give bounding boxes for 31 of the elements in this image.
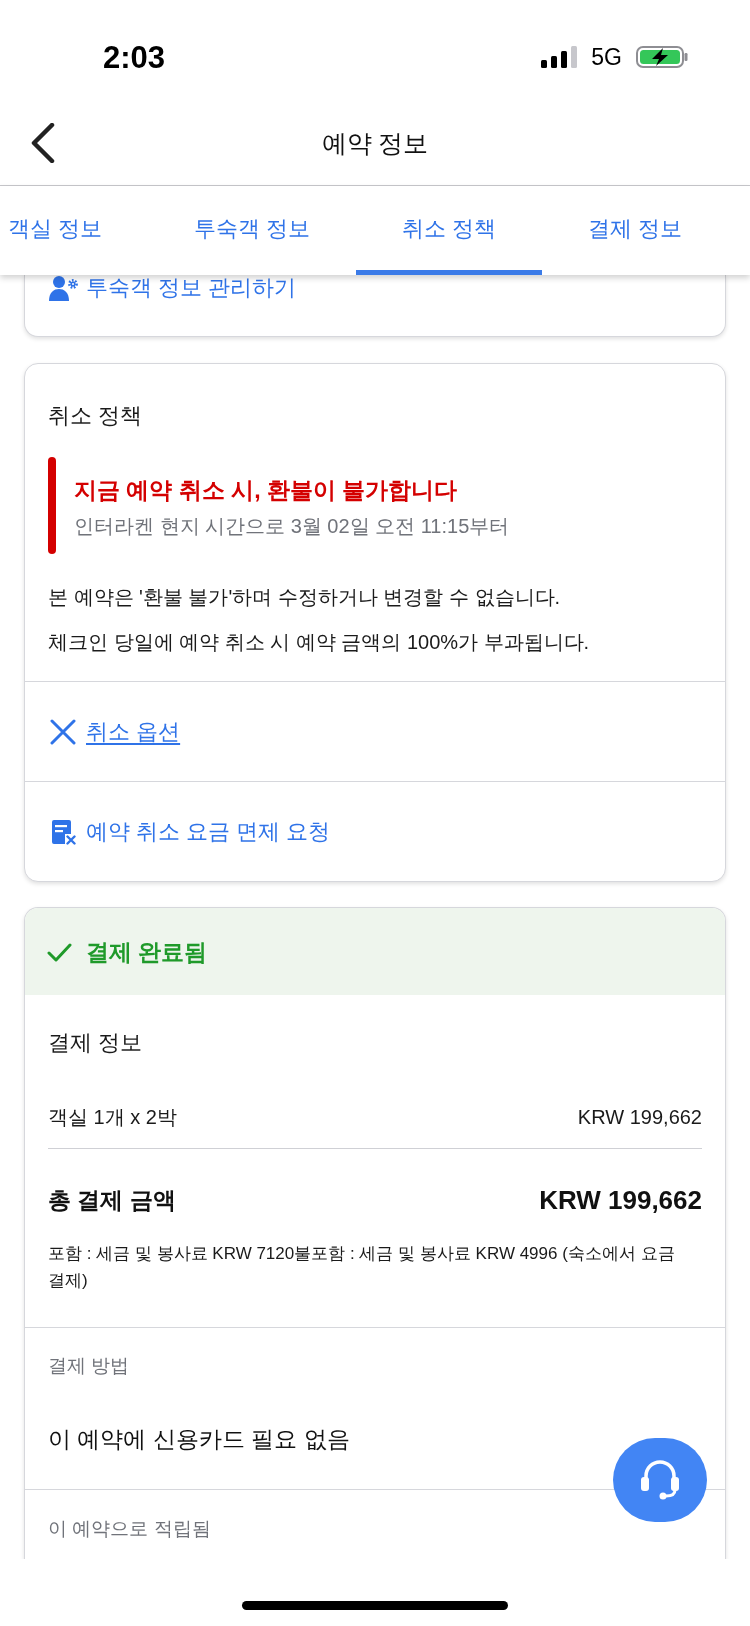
payment-status: 결제 완료됨: [86, 937, 208, 967]
policy-note: 체크인 당일에 예약 취소 시 예약 금액의 100%가 부과됩니다.: [48, 630, 591, 655]
section-title: 취소 정책: [48, 402, 144, 430]
total-label: 총 결제 금액: [48, 1186, 176, 1215]
line-item-label: 객실 1개 x 2박: [48, 1105, 177, 1130]
fee-waiver-link[interactable]: 예약 취소 요금 면제 요청: [50, 816, 331, 847]
status-time: 2:03: [103, 41, 166, 73]
chevron-left-icon: [30, 122, 56, 163]
page-title: 예약 정보: [321, 127, 429, 159]
line-item-amount: KRW 199,662: [577, 1105, 702, 1130]
cancel-options-link[interactable]: 취소 옵션: [50, 716, 181, 747]
tax-note: 포함 : 세금 및 봉사료 KRW 7120불포함 : 세금 및 봉사료 KRW 4996 (숙소에서 요금 결제): [48, 1243, 676, 1292]
tab[interactable]: 객실 정보: [0, 186, 149, 275]
check-icon: [47, 941, 72, 962]
guest-info-link[interactable]: 투숙객 정보 관리하기: [49, 275, 297, 301]
alert-subtext: 인터라켄 현지 시간으로 3월 02일 오전 11:15부터: [74, 514, 510, 539]
tab[interactable]: 결제 정보: [542, 186, 729, 275]
network-label: 5G: [591, 45, 622, 69]
total-amount: KRW 199,662: [539, 1184, 702, 1216]
close-icon: [50, 718, 76, 745]
alert-heading: 지금 예약 취소 시, 환불이 불가합니다: [74, 476, 459, 505]
section-title: 결제 정보: [48, 1029, 144, 1057]
tab[interactable]: 투숙객 정보: [148, 186, 357, 275]
rewards-label: 이 예약으로 적립됨: [48, 1517, 212, 1541]
policy-note: 본 예약은 '환불 불가'하며 수정하거나 변경할 수 없습니다.: [48, 585, 562, 610]
payment-method-label: 결제 방법: [48, 1354, 131, 1378]
headset-icon: [638, 1459, 682, 1501]
battery-charging-icon: [636, 46, 688, 68]
payment-method-value: 이 예약에 신용카드 필요 없음: [48, 1425, 351, 1454]
document-x-icon: [50, 818, 76, 845]
signal-icon: [541, 46, 578, 68]
